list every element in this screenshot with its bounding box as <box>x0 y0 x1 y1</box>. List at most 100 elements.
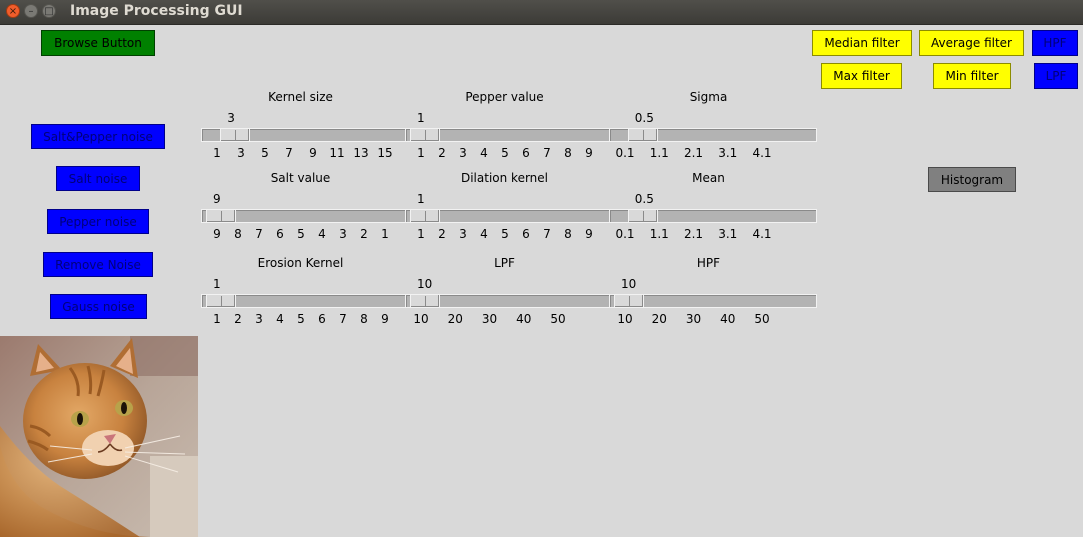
average-filter-button[interactable]: Average filter <box>919 30 1024 56</box>
tick-label: 1 <box>213 312 221 326</box>
tick-label: 3.1 <box>718 227 738 241</box>
maximize-icon[interactable]: □ <box>42 4 56 18</box>
tick-label: 4 <box>276 312 284 326</box>
hpf-button[interactable]: HPF <box>1032 30 1078 56</box>
tick-label: 8 <box>234 227 242 241</box>
salt-value-slider-ticks: 987654321 <box>201 227 409 241</box>
pepper-value-slider-thumb[interactable] <box>410 128 440 142</box>
mean-slider-thumb[interactable] <box>627 209 658 223</box>
hpf-slider-ticks: 10 20 30 40 50 <box>609 312 817 326</box>
erosion-kernel-slider-thumb[interactable] <box>206 294 236 308</box>
tick-label: 0.1 <box>615 146 635 160</box>
lpf-button[interactable]: LPF <box>1034 63 1078 89</box>
dilation-kernel-slider-label: Dilation kernel <box>460 171 548 185</box>
hpf-slider-label: HPF <box>696 256 721 270</box>
salt-pepper-noise-button[interactable]: Salt&Pepper noise <box>31 124 165 149</box>
dilation-kernel-slider[interactable] <box>405 209 613 223</box>
tick-label: 30 <box>685 312 702 326</box>
tick-label: 9 <box>309 146 317 160</box>
tick-label: 6 <box>276 227 284 241</box>
title-bar: × – □ Image Processing GUI <box>0 0 1083 25</box>
lpf-slider-value: 10 <box>417 277 433 291</box>
sigma-slider-thumb[interactable] <box>627 128 658 142</box>
tick-label: 9 <box>585 227 593 241</box>
tick-label: 4.1 <box>752 146 772 160</box>
minimize-icon[interactable]: – <box>24 4 38 18</box>
tick-label: 6 <box>522 227 530 241</box>
tick-label: 5 <box>261 146 269 160</box>
pepper-value-slider[interactable] <box>405 128 613 142</box>
pepper-value-slider-ticks: 123456789 <box>405 146 613 160</box>
pepper-value-slider-value: 1 <box>417 111 425 125</box>
tick-label: 40 <box>516 312 532 326</box>
tick-label: 2 <box>438 146 446 160</box>
kernel-size-slider[interactable] <box>201 128 409 142</box>
tick-label: 9 <box>585 146 593 160</box>
tick-label: 4 <box>480 146 488 160</box>
remove-noise-button[interactable]: Remove Noise <box>43 252 153 277</box>
tick-label: 2.1 <box>683 227 704 241</box>
lpf-slider-thumb[interactable] <box>410 294 440 308</box>
tick-label: 15 <box>377 146 393 160</box>
tick-label: 10 <box>413 312 429 326</box>
tick-label: 3 <box>339 227 347 241</box>
min-filter-button[interactable]: Min filter <box>933 63 1011 89</box>
tick-label: 5 <box>501 227 509 241</box>
close-icon[interactable]: × <box>6 4 20 18</box>
histogram-button[interactable]: Histogram <box>928 167 1016 192</box>
hpf-slider-thumb[interactable] <box>614 294 644 308</box>
tick-label: 11 <box>329 146 345 160</box>
tick-label: 2 <box>234 312 242 326</box>
tick-label: 1 <box>417 227 425 241</box>
tick-label: 7 <box>543 146 551 160</box>
tick-label: 10 <box>617 312 633 326</box>
tick-label: 8 <box>564 146 572 160</box>
tick-label: 20 <box>651 312 667 326</box>
pepper-noise-button[interactable]: Pepper noise <box>47 209 149 234</box>
tick-label: 2 <box>438 227 446 241</box>
tick-label: 3 <box>459 227 467 241</box>
dilation-kernel-slider-value: 1 <box>417 192 425 206</box>
dilation-kernel-slider-thumb[interactable] <box>410 209 440 223</box>
tick-label: 5 <box>297 312 305 326</box>
tick-label: 50 <box>550 312 566 326</box>
sigma-slider-label: Sigma <box>689 90 728 104</box>
median-filter-button[interactable]: Median filter <box>812 30 912 56</box>
kernel-size-slider-ticks: 1 3 5 7 9 11 13 15 <box>201 146 409 160</box>
tick-label: 5 <box>501 146 509 160</box>
gauss-noise-button[interactable]: Gauss noise <box>50 294 147 319</box>
tick-label: 40 <box>720 312 736 326</box>
window-title: Image Processing GUI <box>70 3 243 19</box>
tick-label: 3.1 <box>718 146 738 160</box>
mean-slider-value: 0.5 <box>634 192 654 206</box>
tick-label: 8 <box>360 312 368 326</box>
kernel-size-slider-thumb[interactable] <box>220 128 251 142</box>
erosion-kernel-slider[interactable] <box>201 294 409 308</box>
erosion-kernel-slider-label: Erosion Kernel <box>257 256 344 270</box>
lpf-slider[interactable] <box>405 294 613 308</box>
tick-label: 1 <box>381 227 389 241</box>
tick-label: 4.1 <box>752 227 772 241</box>
tick-label: 6 <box>522 146 530 160</box>
tick-label: 4 <box>480 227 488 241</box>
tick-label: 30 <box>481 312 498 326</box>
tick-label: 2.1 <box>683 146 704 160</box>
browse-button[interactable]: Browse Button <box>41 30 155 56</box>
sigma-slider[interactable] <box>609 128 817 142</box>
tick-label: 20 <box>447 312 463 326</box>
salt-value-slider-thumb[interactable] <box>206 209 236 223</box>
tick-label: 1.1 <box>649 227 669 241</box>
tick-label: 3 <box>237 146 245 160</box>
hpf-slider[interactable] <box>609 294 817 308</box>
tick-label: 7 <box>255 227 263 241</box>
hpf-slider-value: 10 <box>621 277 637 291</box>
salt-noise-button[interactable]: Salt noise <box>56 166 140 191</box>
tick-label: 1.1 <box>649 146 669 160</box>
max-filter-button[interactable]: Max filter <box>821 63 902 89</box>
salt-value-slider-label: Salt value <box>270 171 331 185</box>
erosion-kernel-slider-ticks: 123456789 <box>201 312 409 326</box>
tick-label: 1 <box>213 146 221 160</box>
dilation-kernel-slider-ticks: 123456789 <box>405 227 613 241</box>
mean-slider[interactable] <box>609 209 817 223</box>
salt-value-slider[interactable] <box>201 209 409 223</box>
